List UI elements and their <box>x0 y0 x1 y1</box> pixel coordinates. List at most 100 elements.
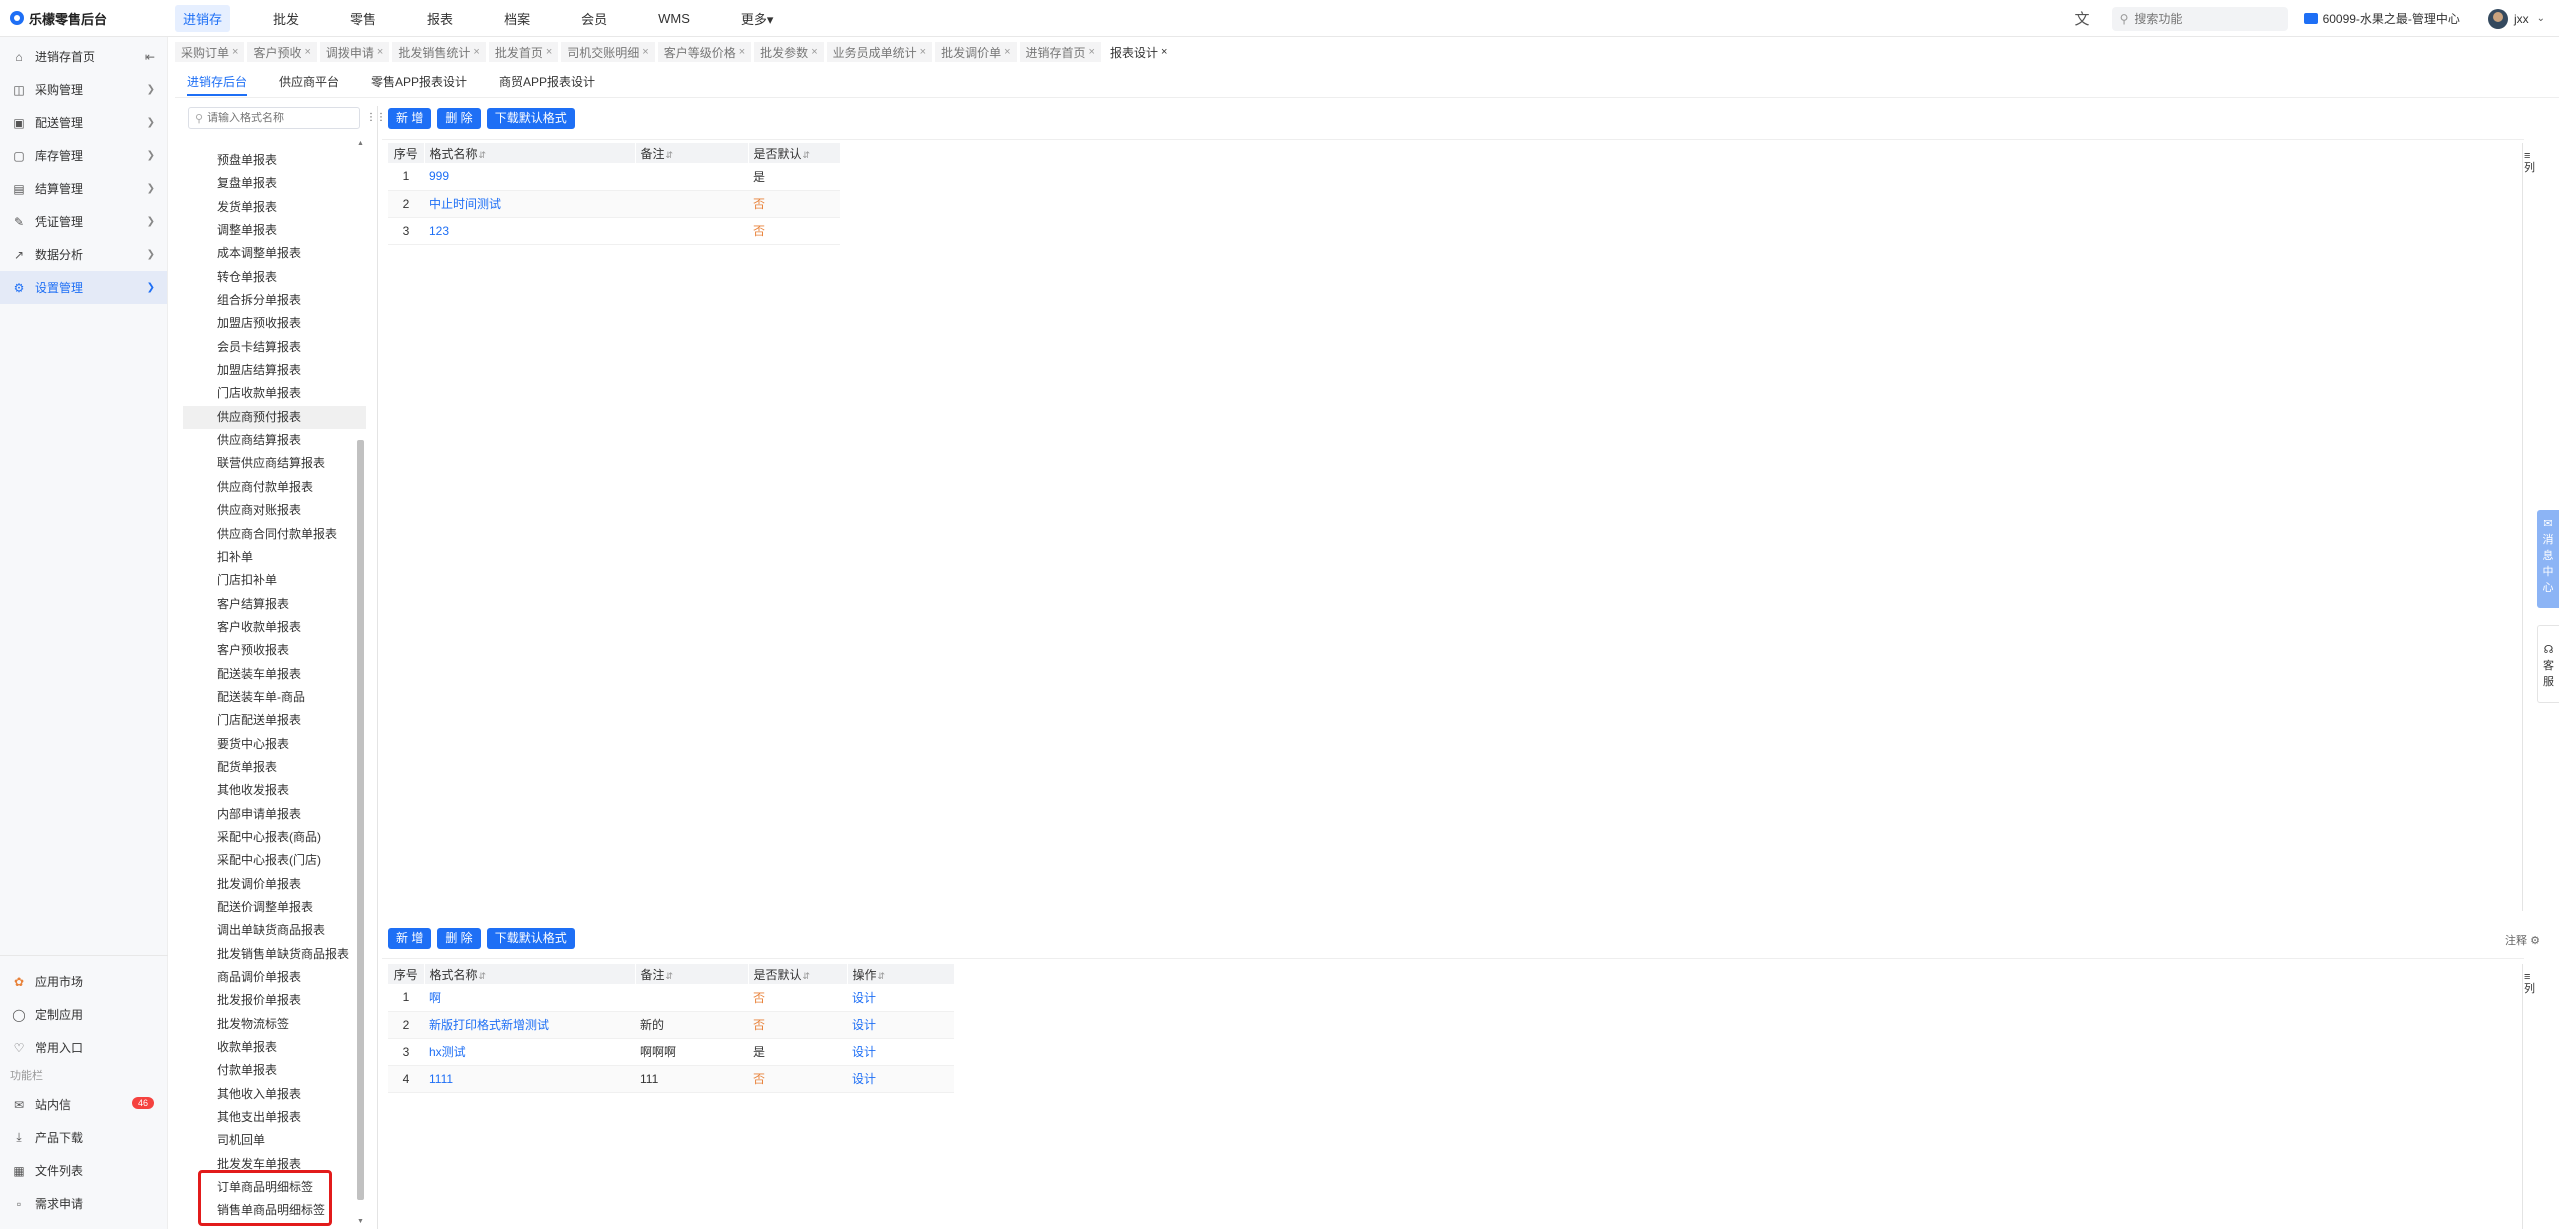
tree-item[interactable]: 配送装车单报表 <box>183 663 366 686</box>
tree-item[interactable]: 要货中心报表 <box>183 733 366 756</box>
sidebar-item-custom-app[interactable]: ◯ 定制应用 <box>0 998 168 1031</box>
tree-item[interactable]: 门店扣补单 <box>183 569 366 592</box>
tree-item[interactable]: 复盘单报表 <box>183 172 366 195</box>
table-row[interactable]: 1 啊 否 设计 <box>388 984 954 1012</box>
column-header-note[interactable]: 备注⇵ <box>635 964 749 984</box>
topmenu-jxc[interactable]: 进销存 <box>175 4 231 32</box>
column-header-default[interactable]: 是否默认⇵ <box>748 143 841 163</box>
tab-transfer-request[interactable]: 调拨申请 × <box>319 42 390 62</box>
tree-item[interactable]: 成本调整单报表 <box>183 242 366 265</box>
tab-wholesale-params[interactable]: 批发参数 × <box>754 42 824 62</box>
tab-salesman-stats[interactable]: 业务员成单统计 × <box>826 42 933 62</box>
subtab-supplier-platform[interactable]: 供应商平台 <box>279 70 339 96</box>
close-icon[interactable]: × <box>377 46 383 58</box>
tree-item[interactable]: 扣补单 <box>183 546 366 569</box>
customer-service-float[interactable]: ☊ 客服 <box>2537 625 2559 703</box>
user-menu[interactable]: jxx ⌄ <box>2487 8 2545 29</box>
delete-button[interactable]: 删 除 <box>437 108 481 129</box>
topmenu-baobiao[interactable]: 报表 <box>419 5 461 32</box>
format-name-link[interactable]: hx测试 <box>424 1038 635 1066</box>
tab-wholesale-stats[interactable]: 批发销售统计 × <box>392 42 486 62</box>
tree-search-input[interactable] <box>207 112 348 124</box>
sort-icon[interactable]: ⇵ <box>479 971 487 981</box>
add-button[interactable]: 新 增 <box>388 108 432 129</box>
sidebar-item-files[interactable]: ▦ 文件列表 <box>0 1154 168 1187</box>
sidebar-item-favorites[interactable]: ♡ 常用入口 <box>0 1031 168 1064</box>
tab-report-design[interactable]: 报表设计 × <box>1103 42 1174 62</box>
tree-item[interactable]: 付款单报表 <box>183 1059 366 1082</box>
function-search-input[interactable] <box>2134 11 2275 26</box>
tree-item[interactable]: 供应商预付报表 <box>183 405 366 430</box>
download-default-button[interactable]: 下载默认格式 <box>486 108 575 129</box>
close-icon[interactable]: × <box>739 46 745 58</box>
tree-item[interactable]: 加盟店结算报表 <box>183 359 366 382</box>
table-row[interactable]: 3 hx测试 啊啊啊 是 设计 <box>388 1038 954 1066</box>
tree-item[interactable]: 供应商合同付款单报表 <box>183 523 366 546</box>
sort-icon[interactable]: ⇵ <box>666 150 674 160</box>
column-header-default[interactable]: 是否默认⇵ <box>748 964 848 984</box>
tree-item[interactable]: 采配中心报表(商品) <box>183 826 366 849</box>
sidebar-item-inventory[interactable]: ▢ 库存管理 ❯ <box>0 139 167 172</box>
tab-customer-level-price[interactable]: 客户等级价格 × <box>657 42 752 62</box>
translate-icon[interactable]: 文 <box>2075 8 2090 29</box>
table-row[interactable]: 2 新版打印格式新增测试 新的 否 设计 <box>388 1011 954 1039</box>
tree-item[interactable]: 其他收发报表 <box>183 779 366 802</box>
format-name-link[interactable]: 1111 <box>424 1065 635 1093</box>
sidebar-item-purchase[interactable]: ◫ 采购管理 ❯ <box>0 73 167 106</box>
collapse-sidebar-icon[interactable]: ⇤ <box>145 50 155 64</box>
tree-item[interactable]: 供应商付款单报表 <box>183 476 366 499</box>
tree-item[interactable]: 配送价调整单报表 <box>183 896 366 919</box>
tree-item[interactable]: 其他收入单报表 <box>183 1083 366 1106</box>
tree-item[interactable]: 商品调价单报表 <box>183 966 366 989</box>
tab-customer-prepay[interactable]: 客户预收 × <box>247 42 317 62</box>
close-icon[interactable]: × <box>1161 46 1167 58</box>
table-row[interactable]: 2 中止时间测试 否 <box>388 190 840 218</box>
table-row[interactable]: 1 999 是 <box>388 163 840 191</box>
tree-item[interactable]: 门店配送单报表 <box>183 709 366 732</box>
tree-item[interactable]: 批发物流标签 <box>183 1013 366 1036</box>
format-name-link[interactable]: 999 <box>424 163 635 191</box>
tree-item[interactable]: 其他支出单报表 <box>183 1106 366 1129</box>
scroll-thumb[interactable] <box>357 440 364 1200</box>
sidebar-item-distribution[interactable]: ▣ 配送管理 ❯ <box>0 106 167 139</box>
tree-item[interactable]: 司机回单 <box>183 1129 366 1152</box>
sidebar-item-app-market[interactable]: ✿ 应用市场 <box>0 965 168 998</box>
sidebar-item-requests[interactable]: ▫ 需求申请 <box>0 1187 168 1220</box>
tree-item[interactable]: 会员卡结算报表 <box>183 336 366 359</box>
sidebar-item-settlement[interactable]: ▤ 结算管理 ❯ <box>0 172 167 205</box>
tab-wholesale-price-adjust[interactable]: 批发调价单 × <box>935 42 1017 62</box>
tree-item[interactable]: 配货单报表 <box>183 756 366 779</box>
column-header-note[interactable]: 备注⇵ <box>635 143 749 163</box>
tree-item[interactable]: 供应商结算报表 <box>183 429 366 452</box>
topmenu-wms[interactable]: WMS <box>650 7 698 30</box>
tab-purchase-order[interactable]: 采购订单 × <box>175 42 245 62</box>
tree-item[interactable]: 采配中心报表(门店) <box>183 849 366 872</box>
tree-item[interactable]: 批发报价单报表 <box>183 989 366 1012</box>
column-header-action[interactable]: 操作⇵ <box>847 964 955 984</box>
sidebar-item-analytics[interactable]: ↗ 数据分析 ❯ <box>0 238 167 271</box>
close-icon[interactable]: × <box>642 46 648 58</box>
tree-item[interactable]: 调整单报表 <box>183 219 366 242</box>
tree-item[interactable]: 客户收款单报表 <box>183 616 366 639</box>
brand[interactable]: 乐檬零售后台 <box>0 9 175 28</box>
tree-item[interactable]: 调出单缺货商品报表 <box>183 919 366 942</box>
close-icon[interactable]: × <box>546 46 552 58</box>
tree-item[interactable]: 联营供应商结算报表 <box>183 452 366 475</box>
design-link[interactable]: 设计 <box>847 1011 954 1039</box>
sort-icon[interactable]: ⇵ <box>803 150 811 160</box>
tree-item[interactable]: 预盘单报表 <box>183 149 366 172</box>
table-row[interactable]: 3 123 否 <box>388 217 840 245</box>
topmenu-more[interactable]: 更多▾ <box>733 5 782 32</box>
tree-item[interactable]: 批发销售单缺货商品报表 <box>183 943 366 966</box>
column-settings-button[interactable]: ≡ 列 <box>2524 150 2536 174</box>
sort-icon[interactable]: ⇵ <box>878 971 886 981</box>
tree-item[interactable]: 发货单报表 <box>183 196 366 219</box>
design-link[interactable]: 设计 <box>847 1038 954 1066</box>
subtab-retail-app-design[interactable]: 零售APP报表设计 <box>371 70 467 96</box>
tab-jxc-home[interactable]: 进销存首页 × <box>1019 42 1101 62</box>
column-header-name[interactable]: 格式名称⇵ <box>424 143 636 163</box>
download-default-button[interactable]: 下载默认格式 <box>486 928 575 949</box>
delete-button[interactable]: 删 除 <box>437 928 481 949</box>
tree-item[interactable]: 加盟店预收报表 <box>183 312 366 335</box>
tree-item[interactable]: 配送装车单-商品 <box>183 686 366 709</box>
